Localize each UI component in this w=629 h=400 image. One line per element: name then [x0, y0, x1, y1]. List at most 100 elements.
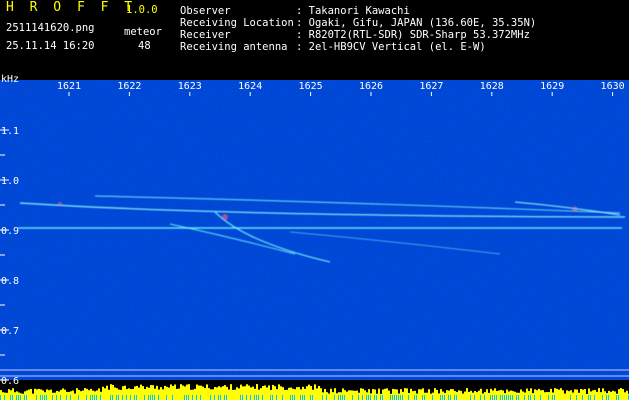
level-base	[450, 395, 451, 400]
echo-spot-1	[222, 214, 228, 220]
level-base	[388, 395, 389, 400]
level-base	[498, 395, 499, 400]
level-base	[390, 395, 391, 400]
level-base	[286, 395, 287, 400]
level-base	[36, 395, 37, 400]
level-base	[576, 395, 577, 400]
level-base	[504, 395, 505, 400]
level-base	[332, 395, 333, 400]
level-base	[500, 395, 501, 400]
level-base	[458, 395, 459, 400]
level-base	[340, 395, 341, 400]
level-base	[8, 395, 9, 400]
level-base	[230, 395, 231, 400]
level-base	[334, 395, 335, 400]
level-base	[622, 395, 623, 400]
level-base	[310, 395, 311, 400]
level-base	[262, 395, 263, 400]
level-base	[428, 395, 429, 400]
level-base	[278, 395, 279, 400]
level-base	[96, 395, 97, 400]
level-base	[564, 395, 565, 400]
level-base	[222, 395, 223, 400]
level-base	[480, 395, 481, 400]
level-base	[292, 395, 293, 400]
level-base	[130, 395, 131, 400]
level-base	[276, 395, 277, 400]
level-base	[362, 395, 363, 400]
level-base	[588, 395, 589, 400]
level-base	[140, 395, 141, 400]
level-base	[54, 395, 55, 400]
level-base	[104, 395, 105, 400]
level-base	[478, 395, 479, 400]
level-base	[234, 395, 235, 400]
location-value: : Ogaki, Gifu, JAPAN (136.60E, 35.35N)	[296, 17, 537, 29]
level-base	[304, 395, 305, 400]
level-base	[204, 395, 205, 400]
level-base	[92, 395, 93, 400]
level-base	[158, 395, 159, 400]
level-base	[182, 395, 183, 400]
level-base	[404, 395, 405, 400]
level-base	[192, 395, 193, 400]
level-base	[330, 395, 331, 400]
receiver-label: Receiver	[180, 29, 231, 41]
level-base	[58, 395, 59, 400]
level-base	[540, 395, 541, 400]
receiver-value: : R820T2(RTL-SDR) SDR-Sharp 53.372MHz	[296, 29, 530, 41]
level-base	[244, 395, 245, 400]
level-base	[514, 395, 515, 400]
level-base	[68, 395, 69, 400]
level-base	[90, 395, 91, 400]
level-base	[258, 395, 259, 400]
level-base	[386, 395, 387, 400]
level-base	[562, 395, 563, 400]
level-base	[348, 395, 349, 400]
meteor-count: 48	[138, 40, 151, 52]
level-base	[606, 395, 607, 400]
level-base	[76, 395, 77, 400]
level-base	[360, 395, 361, 400]
level-base	[274, 395, 275, 400]
level-base	[400, 395, 401, 400]
level-base	[542, 395, 543, 400]
level-base	[594, 395, 595, 400]
level-base	[218, 395, 219, 400]
level-base	[352, 395, 353, 400]
level-base	[396, 395, 397, 400]
x-tick-label: 1623	[178, 81, 202, 92]
level-base	[50, 395, 51, 400]
level-base	[518, 395, 519, 400]
level-base	[436, 395, 437, 400]
level-base	[28, 395, 29, 400]
level-base	[98, 395, 99, 400]
level-base	[128, 395, 129, 400]
level-base	[174, 395, 175, 400]
level-base	[146, 395, 147, 400]
level-base	[598, 395, 599, 400]
level-base	[572, 395, 573, 400]
level-base	[6, 395, 7, 400]
level-base	[376, 395, 377, 400]
level-base	[238, 395, 239, 400]
level-base	[40, 395, 41, 400]
level-base	[616, 395, 617, 400]
level-base	[382, 395, 383, 400]
level-base	[568, 395, 569, 400]
level-base	[256, 395, 257, 400]
level-base	[546, 395, 547, 400]
level-base	[110, 395, 111, 400]
level-base	[252, 395, 253, 400]
level-base	[534, 395, 535, 400]
level-base	[300, 395, 301, 400]
x-tick-label: 1624	[238, 81, 262, 92]
level-base	[378, 395, 379, 400]
level-base	[142, 395, 143, 400]
level-base	[190, 395, 191, 400]
level-base	[442, 395, 443, 400]
level-base	[124, 395, 125, 400]
level-base	[282, 395, 283, 400]
level-base	[154, 395, 155, 400]
level-base	[356, 395, 357, 400]
